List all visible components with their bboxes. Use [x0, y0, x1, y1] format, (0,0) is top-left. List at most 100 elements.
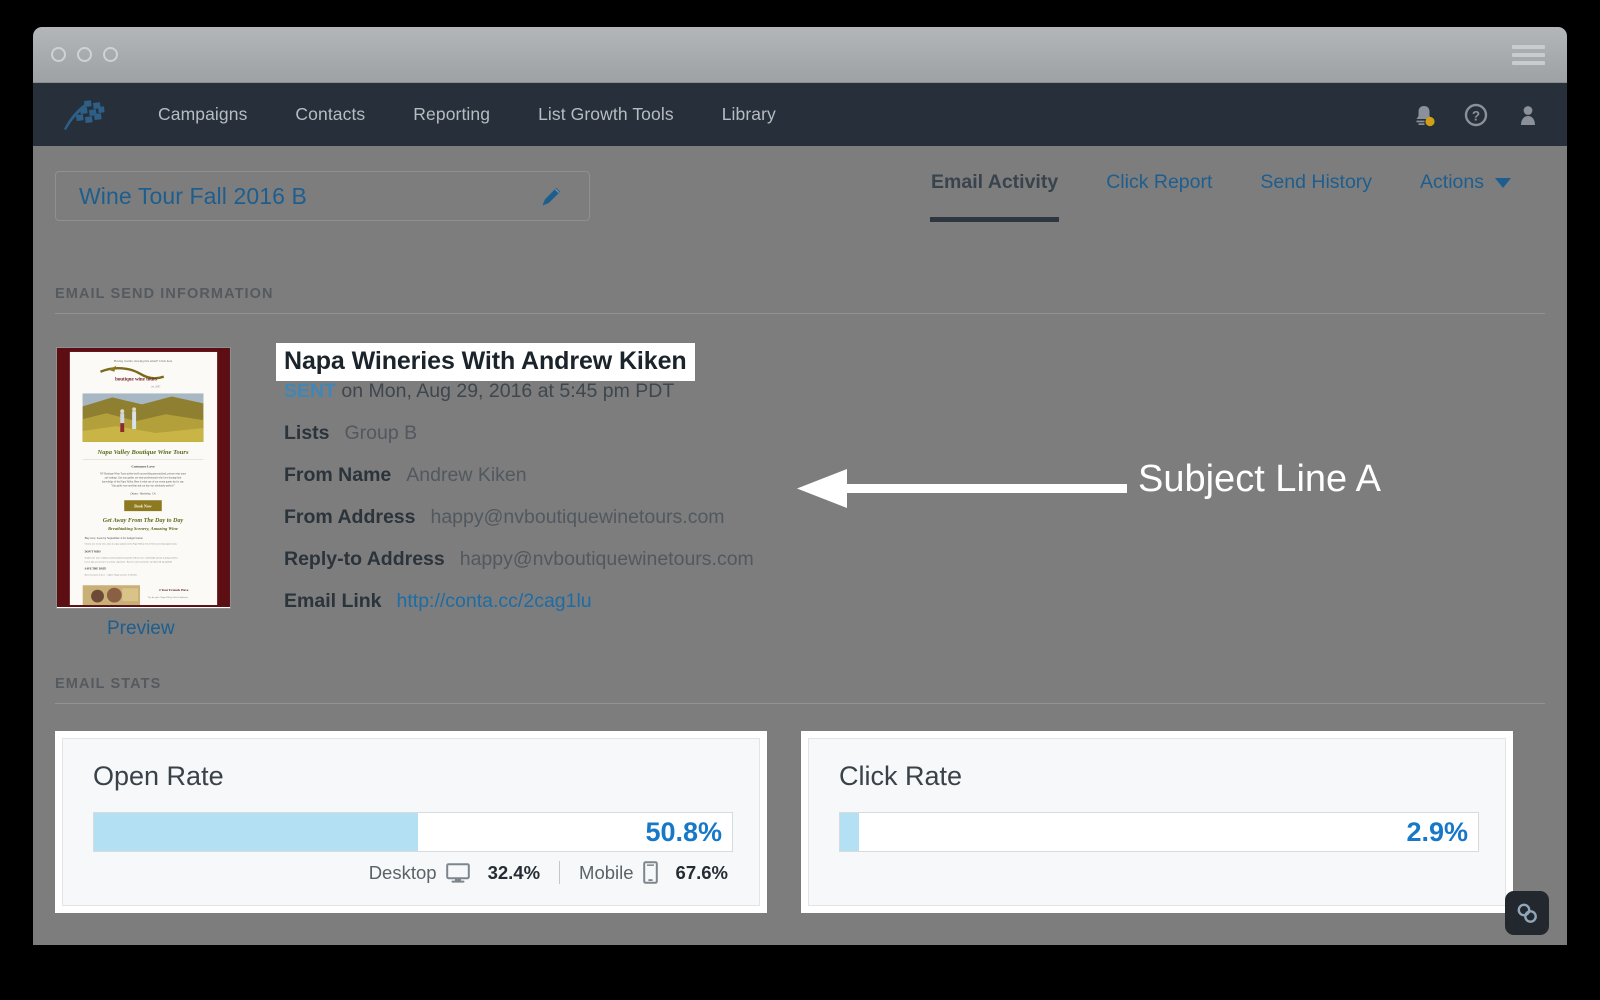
field-from-name-value: Andrew Kiken [406, 464, 527, 486]
svg-text:"Our guide was excellent and o: "Our guide was excellent and our day was… [111, 484, 175, 487]
open-rate-device-breakdown: Desktop 32.4% Mobile 67.6% [369, 861, 728, 884]
divider-send-information [55, 313, 1545, 314]
window-minimize-dot[interactable] [77, 47, 92, 62]
tab-click-report[interactable]: Click Report [1082, 171, 1236, 222]
svg-text:Explore the wine country's mos: Explore the wine country's most beautifu… [85, 557, 179, 560]
open-rate-bar-fill [94, 813, 419, 851]
desktop-monitor-icon [445, 862, 470, 883]
email-sent-status: SENT on Mon, Aug 29, 2016 at 5:45 pm PDT [284, 380, 674, 403]
stat-card-open-rate: Open Rate 50.8% Desktop 32.4% Mobile 67.… [55, 731, 767, 913]
section-heading-send-information: EMAIL SEND INFORMATION [55, 286, 274, 302]
svg-text:Choose one of our wine tours t: Choose one of our wine tours to enjoy au… [85, 543, 178, 546]
browser-window: Campaigns Contacts Reporting List Growth… [33, 27, 1567, 945]
chain-link-badge[interactable] [1505, 891, 1549, 935]
nav-item-campaigns[interactable]: Campaigns [134, 104, 271, 125]
field-lists-key: Lists [284, 422, 330, 444]
divider [559, 861, 561, 884]
field-from-name-key: From Name [284, 464, 392, 486]
campaign-title-row: Wine Tour Fall 2016 B Email Activity Cli… [33, 146, 1567, 239]
user-avatar-icon[interactable] [1515, 102, 1541, 128]
notification-bell-icon[interactable] [1411, 102, 1437, 128]
actions-dropdown[interactable]: Actions [1396, 171, 1535, 222]
field-email-link-key: Email Link [284, 590, 382, 612]
window-maximize-dot[interactable] [103, 47, 118, 62]
click-rate-bar-fill [840, 813, 859, 851]
help-question-icon[interactable]: ? [1463, 102, 1489, 128]
hamburger-icon[interactable] [1512, 45, 1545, 65]
campaign-name-value: Wine Tour Fall 2016 B [79, 182, 307, 209]
field-from-address-value: happy@nvboutiquewinetours.com [430, 506, 725, 528]
nav-right-icons: ? [1411, 83, 1541, 146]
field-reply-to-address: Reply-to Address happy@nvboutiquewinetour… [284, 548, 754, 571]
status-badge: SENT [284, 380, 337, 402]
field-lists: Lists Group B [284, 422, 417, 445]
annotation-subject-line-a: Subject Line A [793, 458, 1453, 534]
divider-stats [55, 703, 1545, 704]
svg-text:NV Boutique Wine Tours prides: NV Boutique Wine Tours prides itself on … [100, 473, 186, 476]
svg-text:Get Away From The Day to Day: Get Away From The Day to Day [103, 518, 184, 524]
svg-text:Try the gift - Napa Valley Gif: Try the gift - Napa Valley Gift Certific… [148, 596, 188, 599]
field-from-address: From Address happy@nvboutiquewinetours.co… [284, 506, 725, 529]
mobile-phone-icon [642, 861, 658, 884]
svg-text:Having trouble viewing this em: Having trouble viewing this email? Click… [114, 359, 173, 363]
tab-email-activity[interactable]: Email Activity [907, 171, 1082, 222]
desktop-label: Desktop [368, 861, 437, 883]
nav-links: Campaigns Contacts Reporting List Growth… [134, 104, 800, 125]
desktop-value: 32.4% [487, 861, 541, 883]
svg-text:4 Your Friends Have: 4 Your Friends Have [159, 588, 189, 592]
svg-text:Book Now: Book Now [134, 504, 152, 509]
field-from-name: From Name Andrew Kiken [284, 464, 527, 487]
field-reply-to-value: happy@nvboutiquewinetours.com [459, 548, 754, 570]
field-email-link-value[interactable]: http://conta.cc/2cag1lu [397, 590, 592, 612]
open-rate-value: 50.8% [645, 817, 722, 847]
svg-text:?: ? [1472, 108, 1480, 123]
mobile-value: 67.6% [675, 861, 728, 883]
svg-text:Breathtaking Scenery, Amazing: Breathtaking Scenery, Amazing Wine [107, 526, 178, 531]
actions-label: Actions [1420, 171, 1484, 193]
click-rate-title: Click Rate [839, 761, 963, 791]
field-from-address-key: From Address [284, 506, 416, 528]
nav-item-reporting[interactable]: Reporting [389, 104, 514, 125]
click-rate-bar: 2.9% [839, 812, 1479, 852]
email-thumbnail-render: Having trouble viewing this email? Click… [57, 348, 230, 607]
left-arrow-icon [797, 469, 1127, 508]
svg-text:and tastings. Our tour guides: and tastings. Our tour guides are wine p… [105, 476, 182, 479]
field-email-link: Email Link http://conta.cc/2cag1lu [284, 590, 592, 613]
chain-link-icon [1517, 903, 1537, 923]
svg-text:Napa Valley Boutique Wine Tour: Napa Valley Boutique Wine Tours [96, 449, 188, 456]
field-lists-value: Group B [344, 422, 418, 444]
click-rate-value: 2.9% [1406, 817, 1468, 847]
svg-text:DON'T MISS: DON'T MISS [85, 551, 102, 554]
tab-send-history[interactable]: Send History [1236, 171, 1396, 222]
section-heading-stats: EMAIL STATS [55, 676, 162, 692]
svg-text:boutique wine tours: boutique wine tours [115, 378, 157, 383]
window-traffic-lights[interactable] [51, 47, 118, 62]
nav-item-list-growth-tools[interactable]: List Growth Tools [514, 104, 698, 125]
report-tabs: Email Activity Click Report Send History… [907, 171, 1535, 222]
main-navbar: Campaigns Contacts Reporting List Growth… [33, 83, 1567, 146]
subject-line-highlight: Napa Wineries With Andrew Kiken [276, 343, 695, 381]
campaign-name-input[interactable]: Wine Tour Fall 2016 B [55, 171, 590, 221]
open-rate-bar: 50.8% [93, 812, 733, 852]
nav-item-contacts[interactable]: Contacts [271, 104, 389, 125]
stat-card-click-rate: Click Rate 2.9% [801, 731, 1513, 913]
outer-frame: Campaigns Contacts Reporting List Growth… [0, 0, 1600, 1000]
field-reply-to-key: Reply-to Address [284, 548, 445, 570]
svg-text:Let us take you away to a sens: Let us take you away to a sensory experi… [85, 561, 173, 564]
svg-text:est. 2007: est. 2007 [151, 386, 161, 389]
svg-text:Customer Love: Customer Love [131, 465, 155, 469]
open-rate-title: Open Rate [93, 761, 224, 791]
sent-timestamp: on Mon, Aug 29, 2016 at 5:45 pm PDT [336, 380, 675, 402]
app-page: Wine Tour Fall 2016 B Email Activity Cli… [33, 146, 1567, 945]
svg-text:Harvest season is here - explo: Harvest season is here - explore Napa wi… [85, 574, 138, 576]
email-thumbnail[interactable]: Having trouble viewing this email? Click… [56, 347, 231, 609]
window-close-dot[interactable] [51, 47, 66, 62]
mobile-label: Mobile [579, 861, 634, 883]
constant-contact-flag-logo[interactable] [60, 98, 106, 132]
svg-text:knowledge of the Napa Valley.: knowledge of the Napa Valley. Here is wh… [102, 480, 184, 483]
chevron-down-icon [1495, 177, 1511, 188]
svg-text:SAVE THE DATE: SAVE THE DATE [85, 567, 107, 570]
nav-item-library[interactable]: Library [698, 104, 800, 125]
preview-link[interactable]: Preview [107, 618, 175, 640]
pencil-icon[interactable] [539, 185, 563, 209]
